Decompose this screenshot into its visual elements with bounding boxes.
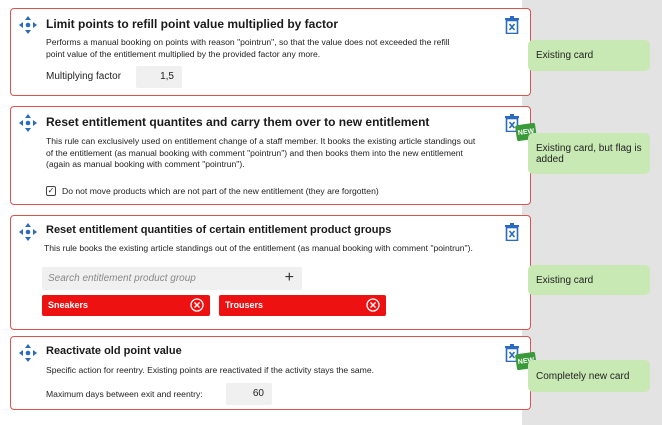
rule-card-reset-carry-over: Reset entitlement quantites and carry th…: [10, 106, 538, 205]
card-title: Reset entitlement quantities of certain …: [46, 224, 392, 236]
close-circle-icon[interactable]: [366, 298, 380, 312]
move-icon[interactable]: [19, 16, 37, 34]
annotation-note: Existing card: [528, 40, 650, 71]
annotation-note: Completely new card: [528, 360, 650, 392]
plus-icon[interactable]: +: [285, 269, 294, 287]
multiplying-factor-label: Multiplying factor: [46, 71, 122, 82]
tag-trousers: Trousers: [219, 295, 386, 316]
max-days-input[interactable]: 60: [226, 383, 272, 405]
annotation-note: Existing card: [528, 265, 650, 295]
card-title: Limit points to refill point value multi…: [46, 17, 339, 31]
product-group-search-input[interactable]: Search entitlement product group +: [42, 267, 302, 290]
multiplying-factor-input[interactable]: 1,5: [136, 66, 182, 88]
tag-label: Trousers: [225, 300, 264, 310]
close-circle-icon[interactable]: [190, 298, 204, 312]
trash-icon[interactable]: [504, 223, 520, 241]
move-icon[interactable]: [19, 344, 37, 362]
move-products-checkbox[interactable]: ✓: [46, 186, 56, 196]
max-days-label: Maximum days between exit and reentry:: [46, 389, 203, 399]
trash-icon[interactable]: [504, 16, 520, 34]
rule-card-reset-product-groups: Reset entitlement quantities of certain …: [10, 215, 531, 330]
tag-sneakers: Sneakers: [42, 295, 210, 316]
card-description: Performs a manual booking on points with…: [46, 37, 450, 59]
card-description: This rule can exclusively used on entitl…: [46, 136, 476, 169]
card-description: Specific action for reentry. Existing po…: [46, 365, 374, 375]
rule-card-reactivate-points: Reactivate old point value Specific acti…: [10, 336, 538, 410]
search-placeholder: Search entitlement product group: [48, 273, 196, 284]
move-products-checkbox-label: Do not move products which are not part …: [62, 186, 379, 196]
tag-label: Sneakers: [48, 300, 89, 310]
move-icon[interactable]: [19, 223, 37, 241]
card-title: Reactivate old point value: [46, 345, 182, 357]
card-description: This rule books the existing article sta…: [44, 243, 473, 253]
annotation-note: Existing card, but flag is added: [528, 133, 650, 174]
rule-card-limit-points: Limit points to refill point value multi…: [10, 8, 531, 96]
card-title: Reset entitlement quantites and carry th…: [46, 115, 430, 129]
move-icon[interactable]: [19, 114, 37, 132]
